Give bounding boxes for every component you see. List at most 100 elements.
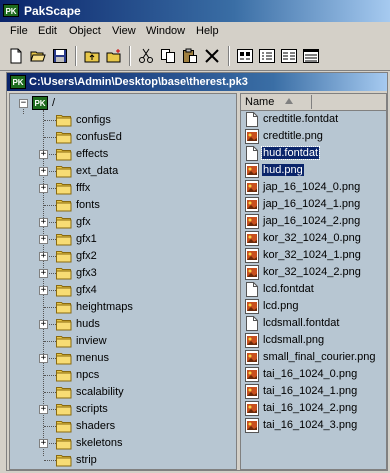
menu-file[interactable]: File <box>10 25 28 37</box>
folder-icon <box>56 200 72 212</box>
cut-button[interactable] <box>136 46 156 66</box>
new-file-icon <box>10 48 22 64</box>
tree-item-gfx2[interactable]: + gfx2 <box>10 248 236 265</box>
file-list-item[interactable]: credtitle.fontdat <box>241 111 386 128</box>
expand-icon[interactable]: + <box>39 184 48 193</box>
document-file-icon <box>246 146 258 161</box>
file-list-item[interactable]: kor_32_1024_2.png <box>241 264 386 281</box>
new-file-button[interactable] <box>6 46 26 66</box>
image-file-icon <box>245 248 259 263</box>
copy-button[interactable] <box>158 46 178 66</box>
file-list-item[interactable]: jap_16_1024_0.png <box>241 179 386 196</box>
expand-icon[interactable]: + <box>39 286 48 295</box>
image-file-icon <box>245 384 259 399</box>
file-list-item[interactable]: hud.png <box>241 162 386 179</box>
list-view-button[interactable] <box>279 46 299 66</box>
tree-item-menus[interactable]: + menus <box>10 350 236 367</box>
tree-item-gfx3[interactable]: + gfx3 <box>10 265 236 282</box>
expand-icon[interactable]: + <box>39 235 48 244</box>
large-icons-view-button[interactable] <box>235 46 255 66</box>
menu-edit[interactable]: Edit <box>38 25 57 37</box>
file-list-item[interactable]: kor_32_1024_0.png <box>241 230 386 247</box>
file-name: jap_16_1024_0.png <box>263 181 361 193</box>
tree-item-npcs[interactable]: npcs <box>10 367 236 384</box>
tree-item-video[interactable]: video <box>10 469 236 470</box>
file-list-item[interactable]: tai_16_1024_3.png <box>241 417 386 434</box>
file-list-item[interactable]: jap_16_1024_1.png <box>241 196 386 213</box>
folder-icon <box>56 387 72 399</box>
document-file-icon <box>246 282 258 297</box>
tree-item-scalability[interactable]: scalability <box>10 384 236 401</box>
expand-icon[interactable]: + <box>39 354 48 363</box>
file-list-item[interactable]: tai_16_1024_0.png <box>241 366 386 383</box>
new-folder-button[interactable] <box>104 46 124 66</box>
file-list-item[interactable]: lcd.png <box>241 298 386 315</box>
tree-item-heightmaps[interactable]: heightmaps <box>10 299 236 316</box>
save-button[interactable] <box>50 46 70 66</box>
expand-icon[interactable]: + <box>39 167 48 176</box>
paste-button[interactable] <box>180 46 200 66</box>
tree-item-configs[interactable]: configs <box>10 112 236 129</box>
tree-item-ext_data[interactable]: + ext_data <box>10 163 236 180</box>
tree-item-gfx1[interactable]: + gfx1 <box>10 231 236 248</box>
image-file-icon <box>245 299 259 314</box>
open-folder-icon <box>30 51 46 62</box>
column-divider[interactable] <box>311 95 312 109</box>
file-list-item[interactable]: lcd.fontdat <box>241 281 386 298</box>
expand-icon[interactable]: + <box>39 218 48 227</box>
svg-text:PK: PK <box>5 7 16 16</box>
image-file-icon <box>245 197 259 212</box>
folder-up-button[interactable] <box>82 46 102 66</box>
menu-window[interactable]: Window <box>146 25 185 37</box>
expand-icon[interactable]: + <box>39 269 48 278</box>
tree-item-skeletons[interactable]: + skeletons <box>10 435 236 452</box>
menu-view[interactable]: View <box>112 25 136 37</box>
image-file-icon <box>245 129 259 144</box>
open-button[interactable] <box>28 46 48 66</box>
file-list-item[interactable]: jap_16_1024_2.png <box>241 213 386 230</box>
name-column-header[interactable]: Name <box>241 94 386 111</box>
tree-item-fffx[interactable]: + fffx <box>10 180 236 197</box>
tree-item-shaders[interactable]: shaders <box>10 418 236 435</box>
name-column-label: Name <box>245 96 275 108</box>
collapse-icon[interactable]: − <box>19 99 28 108</box>
tree-connector <box>44 375 56 376</box>
tree-item-effects[interactable]: + effects <box>10 146 236 163</box>
tree-item-scripts[interactable]: + scripts <box>10 401 236 418</box>
small-icons-view-button[interactable] <box>257 46 277 66</box>
file-list-item[interactable]: kor_32_1024_1.png <box>241 247 386 264</box>
file-list-item[interactable]: lcdsmall.png <box>241 332 386 349</box>
file-list-item[interactable]: tai_16_1024_1.png <box>241 383 386 400</box>
file-list-item[interactable]: tai_16_1024_2.png <box>241 400 386 417</box>
file-list-item[interactable]: small_final_courier.png <box>241 349 386 366</box>
menu-help[interactable]: Help <box>196 25 219 37</box>
file-list-item[interactable]: lcdsmall.fontdat <box>241 315 386 332</box>
delete-button[interactable] <box>202 46 222 66</box>
tree-item-label: effects <box>76 148 109 160</box>
file-name: kor_32_1024_2.png <box>263 266 361 278</box>
tree-item-fonts[interactable]: fonts <box>10 197 236 214</box>
tree-item-label: scripts <box>76 403 108 415</box>
folder-icon <box>56 115 72 127</box>
tree-item-strip[interactable]: strip <box>10 452 236 469</box>
expand-icon[interactable]: + <box>39 320 48 329</box>
tree-item-confused[interactable]: confusEd <box>10 129 236 146</box>
menu-object[interactable]: Object <box>69 25 101 37</box>
expand-icon[interactable]: + <box>39 405 48 414</box>
tree-item-huds[interactable]: + huds <box>10 316 236 333</box>
file-list-item[interactable]: credtitle.png <box>241 128 386 145</box>
details-view-button[interactable] <box>301 46 321 66</box>
tree-item-gfx[interactable]: + gfx <box>10 214 236 231</box>
tree-item-inview[interactable]: inview <box>10 333 236 350</box>
file-name: tai_16_1024_3.png <box>263 419 358 431</box>
file-name: hud.fontdat <box>260 146 321 160</box>
expand-icon[interactable]: + <box>39 252 48 261</box>
expand-icon[interactable]: + <box>39 439 48 448</box>
app-title-bar[interactable]: PK PakScape <box>0 0 390 22</box>
folder-icon <box>56 353 72 365</box>
expand-icon[interactable]: + <box>39 150 48 159</box>
tree-item-gfx4[interactable]: + gfx4 <box>10 282 236 299</box>
file-list-item[interactable]: hud.fontdat <box>241 145 386 162</box>
document-title-bar[interactable]: PK C:\Users\Admin\Desktop\base\therest.p… <box>7 73 387 91</box>
tree-root[interactable]: − PK / <box>10 95 236 112</box>
